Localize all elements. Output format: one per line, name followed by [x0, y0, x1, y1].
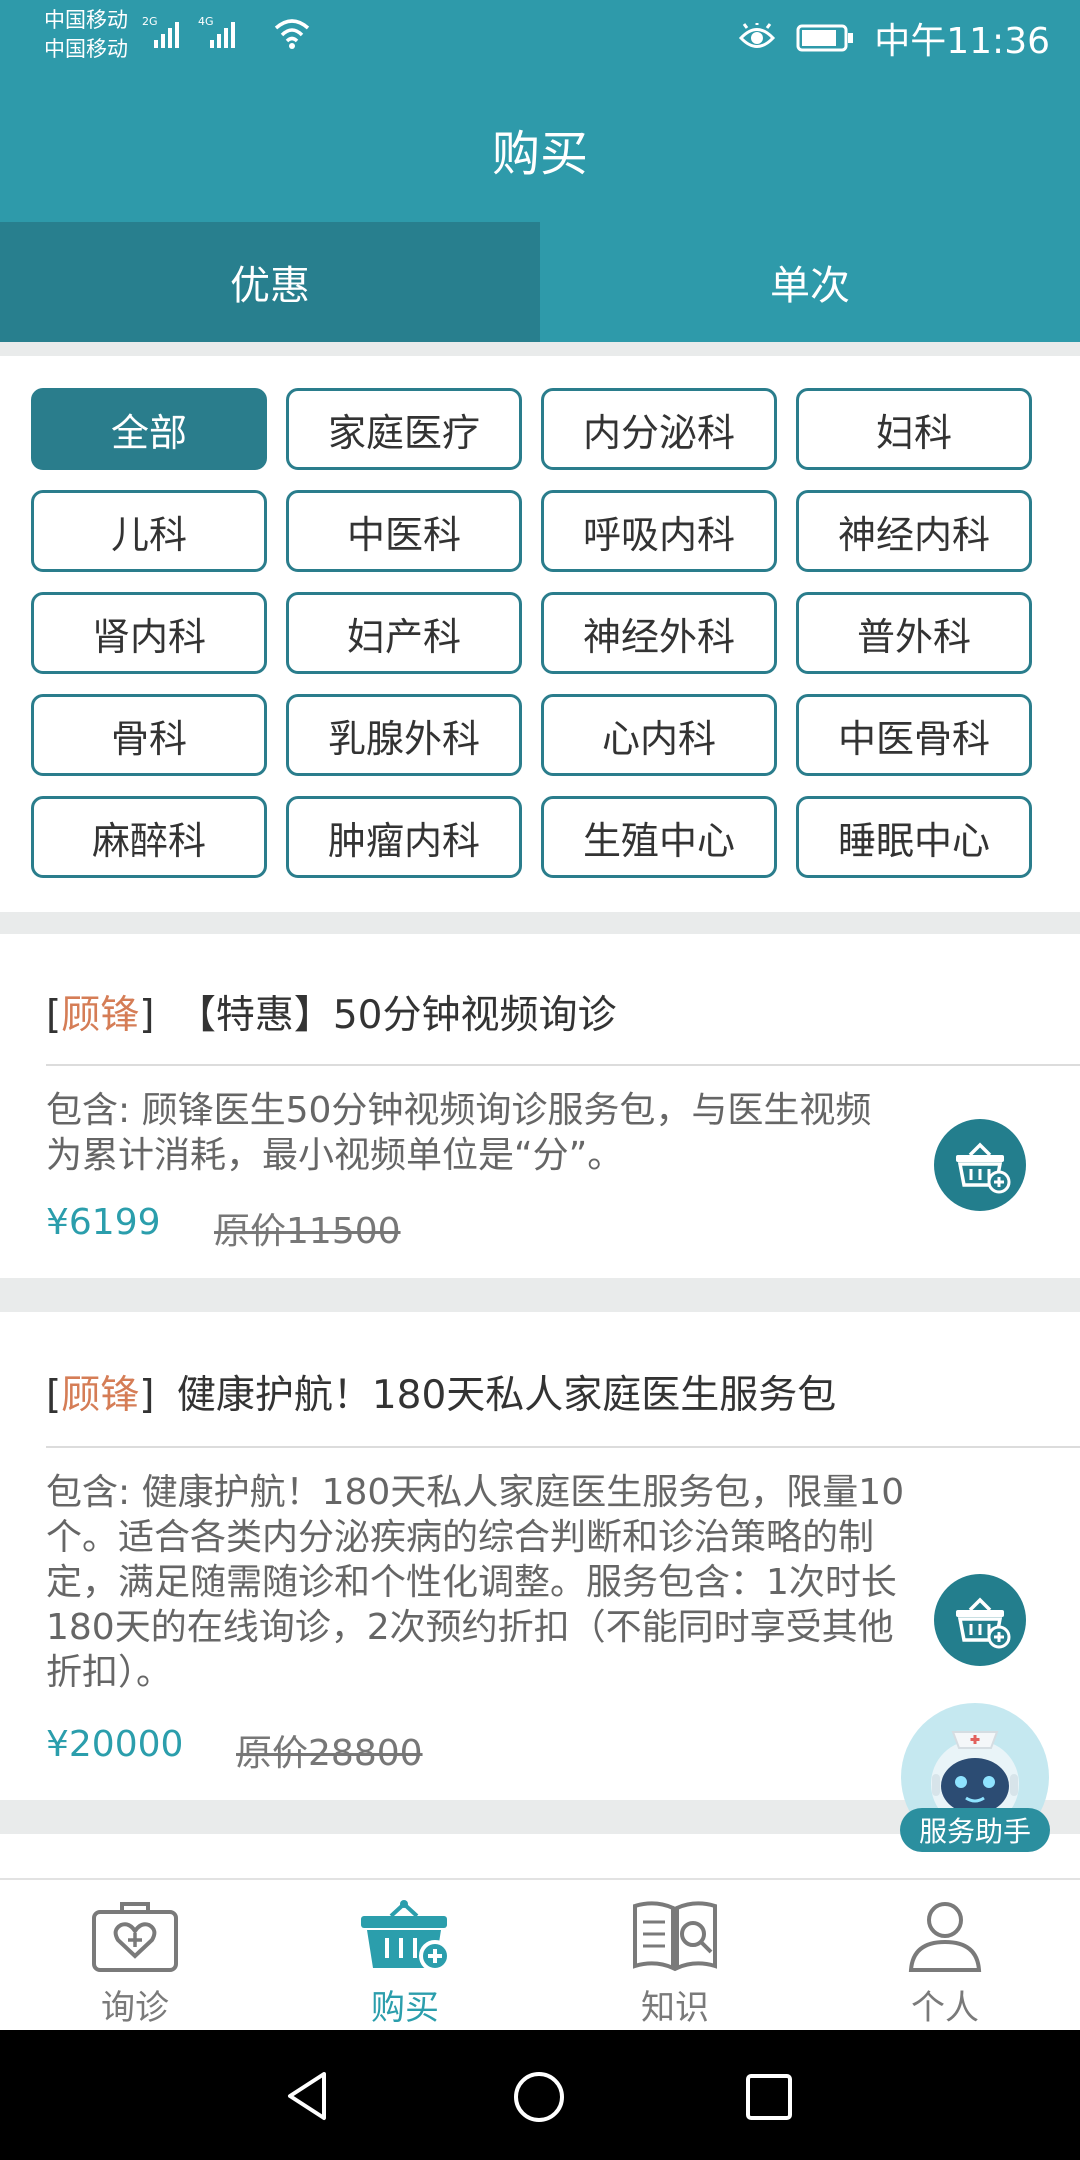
signal-2g-icon: 2G [142, 15, 179, 48]
system-navigation-bar [0, 2030, 1080, 2160]
svg-text:4G: 4G [198, 15, 214, 28]
product-card[interactable]: [顾锋] 【特惠】50分钟视频询诊 包含: 顾锋医生50分钟视频询诊服务包，与医… [0, 934, 1080, 1278]
doctor-name: 顾锋 [61, 993, 140, 1038]
category-neurology[interactable]: 神经内科 [796, 490, 1032, 572]
eye-comfort-icon [739, 23, 776, 48]
product-description: 包含: 健康护航！180天私人家庭医生服务包，限量10个。适合各类内分泌疾病的综… [46, 1472, 905, 1693]
service-assistant-label[interactable]: 服务助手 [900, 1808, 1050, 1852]
category-pediatrics[interactable]: 儿科 [31, 490, 267, 572]
category-reproductive-center[interactable]: 生殖中心 [541, 796, 777, 878]
home-icon[interactable] [512, 2070, 566, 2124]
add-to-basket-button[interactable] [934, 1119, 1026, 1211]
product-description: 包含: 顾锋医生50分钟视频询诊服务包，与医生视频为累计消耗，最小视频单位是“分… [46, 1090, 872, 1176]
original-price: 原价11500 [214, 1211, 401, 1252]
svg-text:2G: 2G [142, 15, 158, 28]
product-title: [顾锋] 健康护航！180天私人家庭医生服务包 [46, 1373, 837, 1418]
battery-icon [796, 24, 854, 52]
tab-bar: 优惠 单次 [0, 222, 1080, 342]
nav-buy[interactable]: 购买 [270, 1880, 540, 2032]
page-title: 购买 [491, 126, 588, 182]
signal-icons: 2G 4G [140, 14, 242, 50]
basket-add-icon [956, 1597, 1011, 1649]
divider [46, 1446, 1080, 1448]
category-breast-surgery[interactable]: 乳腺外科 [286, 694, 522, 776]
status-bar: 中国移动 中国移动 2G 4G 中午11:36 [0, 0, 1080, 70]
product-price: ¥6199 [46, 1202, 161, 1243]
nav-consult[interactable]: 询诊 [0, 1880, 270, 2032]
category-respiratory[interactable]: 呼吸内科 [541, 490, 777, 572]
category-sleep-center[interactable]: 睡眠中心 [796, 796, 1032, 878]
category-tcm[interactable]: 中医科 [286, 490, 522, 572]
app-header: 购买 [0, 70, 1080, 222]
basket-add-icon [956, 1142, 1011, 1194]
original-price: 原价28800 [236, 1733, 423, 1774]
carrier-1: 中国移动 [44, 8, 128, 32]
category-endocrinology[interactable]: 内分泌科 [541, 388, 777, 470]
category-nephrology[interactable]: 肾内科 [31, 592, 267, 674]
add-to-basket-button[interactable] [934, 1574, 1026, 1666]
category-general-surgery[interactable]: 普外科 [796, 592, 1032, 674]
medical-kit-icon [92, 1902, 178, 1972]
doctor-name: 顾锋 [61, 1373, 140, 1418]
wifi-icon [274, 19, 310, 49]
card-separator [0, 1278, 1080, 1312]
back-icon[interactable] [282, 2070, 332, 2122]
clock: 中午11:36 [874, 21, 1050, 62]
category-family-medical[interactable]: 家庭医疗 [286, 388, 522, 470]
divider [46, 1064, 1080, 1066]
carrier-info: 中国移动 中国移动 [44, 6, 128, 64]
category-oncology[interactable]: 肿瘤内科 [286, 796, 522, 878]
category-cardiology[interactable]: 心内科 [541, 694, 777, 776]
shopping-basket-icon [361, 1900, 451, 1972]
category-all[interactable]: 全部 [31, 388, 267, 470]
category-obstetrics[interactable]: 妇产科 [286, 592, 522, 674]
nav-profile[interactable]: 个人 [810, 1880, 1080, 2032]
category-neurosurgery[interactable]: 神经外科 [541, 592, 777, 674]
nav-knowledge[interactable]: 知识 [540, 1880, 810, 2032]
category-orthopedics[interactable]: 骨科 [31, 694, 267, 776]
recent-apps-icon[interactable] [744, 2072, 794, 2122]
product-price: ¥20000 [46, 1724, 184, 1765]
person-icon [908, 1902, 982, 1972]
category-anesthesiology[interactable]: 麻醉科 [31, 796, 267, 878]
bottom-navigation: 询诊 购买 知识 个人 [0, 1878, 1080, 2032]
signal-4g-icon: 4G [198, 15, 235, 48]
category-filter-grid: 全部 家庭医疗 内分泌科 妇科 儿科 中医科 呼吸内科 神经内科 肾内科 妇产科… [0, 356, 1080, 912]
carrier-2: 中国移动 [44, 37, 128, 61]
product-title: [顾锋] 【特惠】50分钟视频询诊 [46, 993, 617, 1038]
book-search-icon [633, 1901, 717, 1972]
tab-discount[interactable]: 优惠 [0, 222, 540, 342]
category-tcm-orthopedics[interactable]: 中医骨科 [796, 694, 1032, 776]
tab-single[interactable]: 单次 [540, 222, 1080, 342]
category-gynecology[interactable]: 妇科 [796, 388, 1032, 470]
